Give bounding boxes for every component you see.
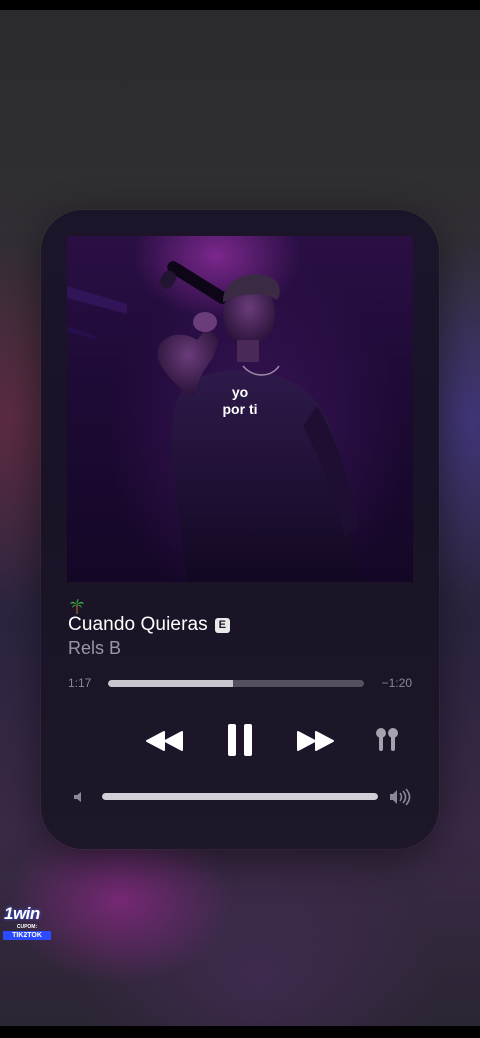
caption-line-1: yo — [231, 384, 249, 400]
volume-slider[interactable] — [102, 793, 378, 800]
time-remaining: −1:20 — [381, 676, 412, 690]
fast-forward-button[interactable] — [292, 724, 338, 758]
rewind-button[interactable] — [142, 724, 188, 758]
time-elapsed: 1:17 — [68, 676, 92, 690]
pause-icon — [228, 724, 252, 756]
promo-code: TIK2TOK — [3, 931, 51, 940]
pause-button[interactable] — [222, 720, 258, 760]
bottom-black-bar — [0, 1026, 480, 1038]
volume-fill — [102, 793, 378, 800]
song-title-row[interactable]: Cuando Quieras E — [68, 614, 230, 636]
album-art[interactable]: yo por ti — [67, 236, 413, 582]
audio-output-button[interactable] — [369, 722, 405, 758]
now-playing-card: yo por ti Cuando Quieras E Rels B 1:17 −… — [41, 210, 439, 849]
caption-line-2: por ti — [222, 401, 258, 417]
rewind-icon — [146, 731, 183, 751]
explicit-badge: E — [214, 617, 230, 633]
playback-progress-fill — [108, 680, 234, 687]
promo-cupom-label: CUPOM: — [16, 924, 38, 930]
fast-forward-icon — [297, 731, 334, 751]
artist-name[interactable]: Rels B — [68, 638, 121, 659]
promo-badge: 1win CUPOM: TIK2TOK — [2, 904, 54, 942]
promo-logo: 1win — [4, 904, 40, 923]
speaker-high-icon — [390, 788, 411, 806]
playback-scrubber[interactable] — [108, 680, 364, 687]
song-title: Cuando Quieras — [68, 614, 208, 635]
screen: yo por ti Cuando Quieras E Rels B 1:17 −… — [0, 0, 480, 1038]
album-art-caption: yo por ti — [67, 384, 413, 418]
top-black-bar — [0, 0, 480, 10]
airpods-icon — [376, 728, 398, 751]
palm-tree-icon — [70, 599, 84, 614]
speaker-low-icon — [74, 792, 81, 802]
